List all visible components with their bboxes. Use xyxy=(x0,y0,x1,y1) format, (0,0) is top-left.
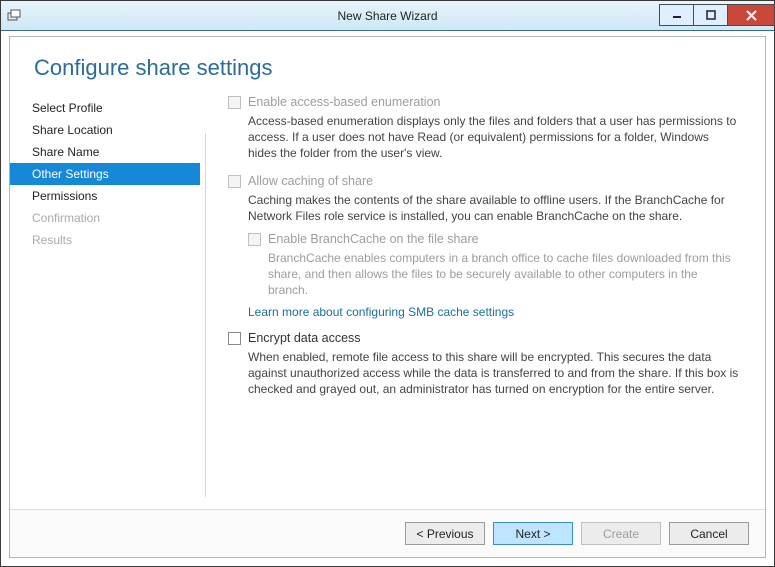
nav-other-settings[interactable]: Other Settings xyxy=(10,163,200,185)
option-cache: Allow caching of share Caching makes the… xyxy=(228,174,739,319)
label-encrypt: Encrypt data access xyxy=(248,331,361,345)
previous-button[interactable]: < Previous xyxy=(405,522,485,545)
option-encrypt: Encrypt data access When enabled, remote… xyxy=(228,331,739,398)
checkbox-abe xyxy=(228,96,241,109)
next-button[interactable]: Next > xyxy=(493,522,573,545)
wizard-footer: < Previous Next > Create Cancel xyxy=(10,509,765,557)
maximize-button[interactable] xyxy=(693,4,728,26)
cancel-button[interactable]: Cancel xyxy=(669,522,749,545)
checkbox-branchcache xyxy=(248,233,261,246)
nav-share-name[interactable]: Share Name xyxy=(10,141,200,163)
nav-select-profile[interactable]: Select Profile xyxy=(10,97,200,119)
desc-encrypt: When enabled, remote file access to this… xyxy=(248,349,739,398)
wizard-body: Select Profile Share Location Share Name… xyxy=(10,95,765,509)
app-icon xyxy=(1,1,27,31)
option-abe: Enable access-based enumeration Access-b… xyxy=(228,95,739,162)
checkbox-cache xyxy=(228,175,241,188)
label-abe: Enable access-based enumeration xyxy=(248,95,440,109)
page-heading: Configure share settings xyxy=(10,37,765,95)
nav-results: Results xyxy=(10,229,200,251)
nav-share-location[interactable]: Share Location xyxy=(10,119,200,141)
label-cache: Allow caching of share xyxy=(248,174,373,188)
titlebar: New Share Wizard xyxy=(1,1,774,31)
vertical-divider xyxy=(205,133,206,497)
option-branchcache: Enable BranchCache on the file share Bra… xyxy=(248,232,739,299)
label-branchcache: Enable BranchCache on the file share xyxy=(268,232,479,246)
window-controls xyxy=(659,5,774,26)
wizard-frame: Configure share settings Select Profile … xyxy=(9,36,766,558)
settings-content: Enable access-based enumeration Access-b… xyxy=(200,95,765,509)
nav-confirmation: Confirmation xyxy=(10,207,200,229)
nav-permissions[interactable]: Permissions xyxy=(10,185,200,207)
link-smb-cache[interactable]: Learn more about configuring SMB cache s… xyxy=(248,305,739,319)
step-nav: Select Profile Share Location Share Name… xyxy=(10,95,200,509)
minimize-button[interactable] xyxy=(659,4,694,26)
desc-abe: Access-based enumeration displays only t… xyxy=(248,113,739,162)
desc-cache: Caching makes the contents of the share … xyxy=(248,192,739,224)
wizard-window: New Share Wizard Configure share setting… xyxy=(0,0,775,567)
close-button[interactable] xyxy=(727,4,775,26)
create-button: Create xyxy=(581,522,661,545)
checkbox-encrypt[interactable] xyxy=(228,332,241,345)
desc-branchcache: BranchCache enables computers in a branc… xyxy=(268,250,739,299)
